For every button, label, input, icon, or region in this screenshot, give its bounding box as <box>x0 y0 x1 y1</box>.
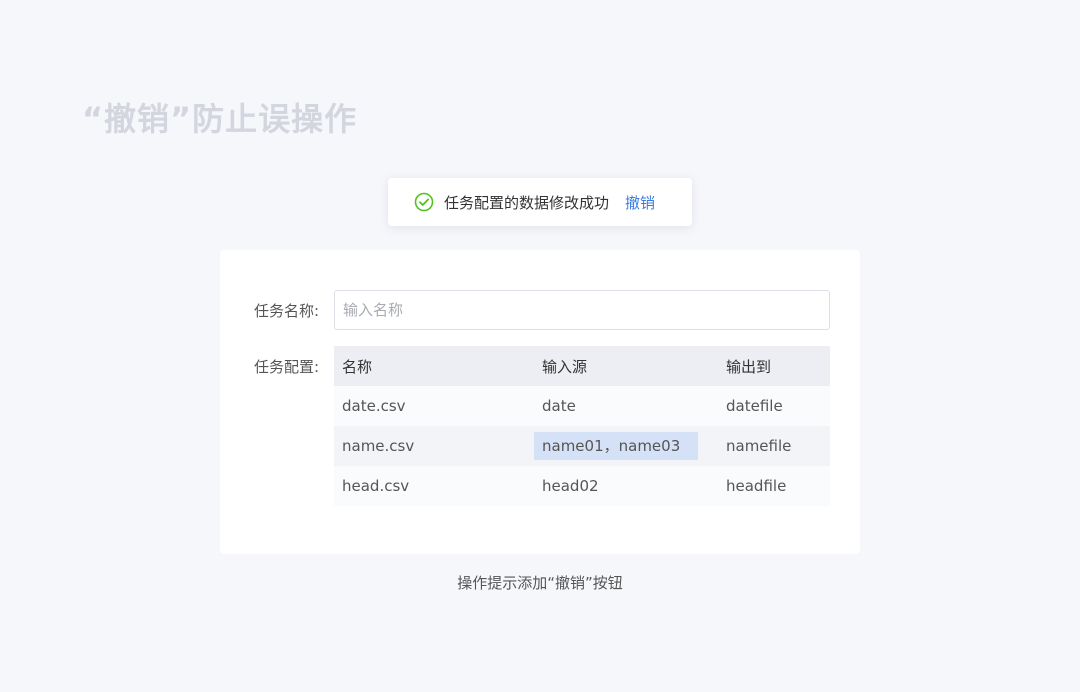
check-circle-icon <box>414 192 434 212</box>
success-toast: 任务配置的数据修改成功 撤销 <box>388 178 692 226</box>
table-row[interactable]: date.csv date datefile <box>334 386 830 426</box>
task-form-card: 任务名称: 任务配置: 名称 输入源 输出到 date.csv date dat… <box>220 250 860 554</box>
task-name-input[interactable] <box>334 290 830 330</box>
table-row[interactable]: head.csv head02 headfile <box>334 466 830 506</box>
task-config-label: 任务配置: <box>254 358 320 376</box>
toast-message: 任务配置的数据修改成功 <box>444 193 610 212</box>
column-header-source: 输入源 <box>534 346 718 386</box>
cell-name: date.csv <box>334 386 534 426</box>
task-name-label: 任务名称: <box>254 302 320 320</box>
task-config-table: 名称 输入源 输出到 date.csv date datefile name.c… <box>334 346 830 506</box>
cell-source[interactable]: name01，name03 <box>534 426 718 466</box>
cell-output: headfile <box>718 466 830 506</box>
cell-output: datefile <box>718 386 830 426</box>
column-header-output: 输出到 <box>718 346 830 386</box>
cell-name: name.csv <box>334 426 534 466</box>
table-row[interactable]: name.csv name01，name03 namefile <box>334 426 830 466</box>
column-header-name: 名称 <box>334 346 534 386</box>
cell-source: date <box>534 386 718 426</box>
page-heading: “撤销”防止误操作 <box>82 100 358 138</box>
page-caption: 操作提示添加“撤销”按钮 <box>457 574 623 592</box>
cell-output: namefile <box>718 426 830 466</box>
table-header-row: 名称 输入源 输出到 <box>334 346 830 386</box>
highlighted-cell-value[interactable]: name01，name03 <box>534 432 699 460</box>
cell-name: head.csv <box>334 466 534 506</box>
undo-button[interactable]: 撤销 <box>625 192 655 213</box>
cell-source: head02 <box>534 466 718 506</box>
